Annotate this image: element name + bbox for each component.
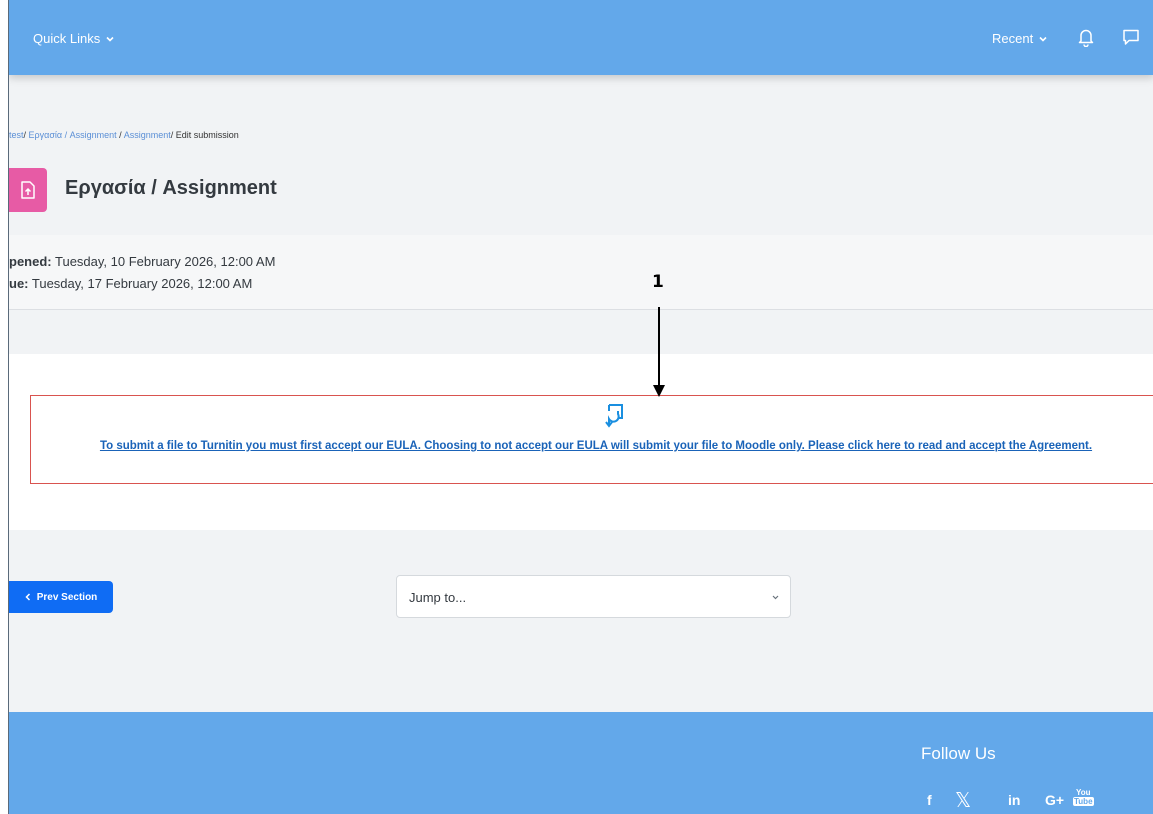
turnitin-eula-icon[interactable] xyxy=(603,403,625,429)
prev-section-label: Prev Section xyxy=(36,591,98,603)
google-plus-icon[interactable]: G+ xyxy=(1045,792,1064,808)
page-footer: Follow Us f 𝕏 in G+ You Tube xyxy=(9,712,1153,814)
breadcrumb-separator: / xyxy=(119,130,122,140)
opened-label: pened: xyxy=(9,254,52,269)
follow-us-heading: Follow Us xyxy=(921,744,996,763)
facebook-icon[interactable]: f xyxy=(927,792,932,808)
youtube-icon-bottom: Tube xyxy=(1073,797,1094,806)
recent-menu[interactable]: Recent xyxy=(992,31,1048,46)
breadcrumb-item-assignment[interactable]: Assignment xyxy=(124,130,171,140)
due-value: Tuesday, 17 February 2026, 12:00 AM xyxy=(31,276,253,291)
chevron-down-icon xyxy=(106,36,114,42)
breadcrumb-separator: / xyxy=(23,130,27,140)
chevron-down-icon xyxy=(1039,36,1047,42)
bell-icon[interactable] xyxy=(1076,27,1096,47)
x-twitter-icon[interactable]: 𝕏 xyxy=(955,788,971,813)
browser-viewport: Quick Links Recent test/ Εργασία / Assig… xyxy=(8,0,1153,814)
recent-label: Recent xyxy=(992,31,1034,46)
submission-card: To submit a file to Turnitin you must fi… xyxy=(9,354,1153,530)
eula-accept-link[interactable]: To submit a file to Turnitin you must fi… xyxy=(51,437,1141,456)
due-label: ue: xyxy=(9,276,29,291)
breadcrumb: test/ Εργασία / Assignment / Assignment/… xyxy=(9,130,239,140)
quick-links-label: Quick Links xyxy=(33,31,101,46)
page-title: Εργασία / Assignment xyxy=(65,177,277,199)
chevron-left-icon xyxy=(25,593,30,601)
quick-links-menu[interactable]: Quick Links xyxy=(33,31,115,46)
top-navbar: Quick Links Recent xyxy=(9,0,1153,75)
jump-to-select[interactable]: Jump to... xyxy=(396,575,791,618)
linkedin-icon[interactable]: in xyxy=(1008,792,1020,808)
breadcrumb-item-course[interactable]: test xyxy=(9,130,24,140)
due-date: ue: Tuesday, 17 February 2026, 12:00 AM xyxy=(9,276,252,291)
youtube-icon[interactable]: You Tube xyxy=(1073,788,1094,806)
annotation-arrow-icon xyxy=(653,307,665,397)
opened-date: pened: Tuesday, 10 February 2026, 12:00 … xyxy=(9,254,275,269)
breadcrumb-separator: / xyxy=(170,130,174,140)
chevron-down-icon xyxy=(772,595,779,600)
opened-value: Tuesday, 10 February 2026, 12:00 AM xyxy=(55,254,276,269)
breadcrumb-item-current: Edit submission xyxy=(175,130,239,140)
annotation-number: 1 xyxy=(652,272,664,292)
youtube-icon-top: You xyxy=(1076,788,1091,797)
activity-dates: pened: Tuesday, 10 February 2026, 12:00 … xyxy=(9,235,1153,310)
jump-to-value: Jump to... xyxy=(409,590,467,605)
turnitin-eula-notice: To submit a file to Turnitin you must fi… xyxy=(30,395,1153,484)
breadcrumb-item-section[interactable]: Εργασία / Assignment xyxy=(29,130,117,140)
prev-section-button[interactable]: Prev Section xyxy=(9,581,113,613)
chat-icon[interactable] xyxy=(1121,27,1141,47)
assignment-upload-icon xyxy=(9,168,47,212)
